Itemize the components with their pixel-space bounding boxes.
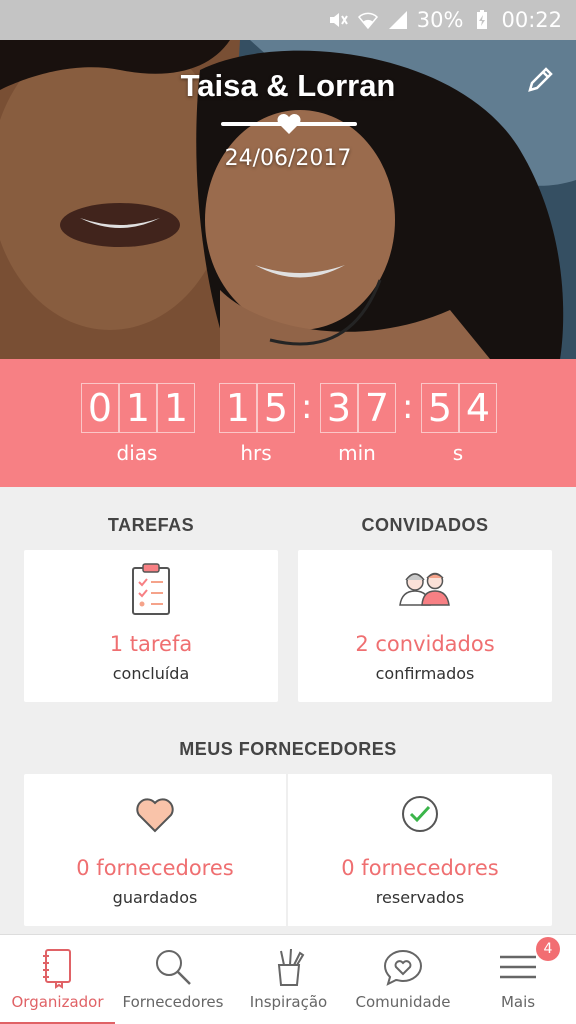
countdown-seconds-digit: 5 bbox=[421, 383, 459, 433]
countdown-hours-label: hrs bbox=[240, 441, 272, 465]
nav-label: Mais bbox=[500, 993, 536, 1011]
nav-label: Fornecedores bbox=[122, 993, 224, 1011]
bottom-navigation: Organizador Fornecedores Inspiração Comu… bbox=[0, 934, 576, 1024]
heart-icon bbox=[136, 798, 174, 833]
vendors-booked-caption: reservados bbox=[375, 888, 465, 907]
countdown-hours-digit: 1 bbox=[219, 383, 257, 433]
nav-item-inspiracao[interactable]: Inspiração bbox=[231, 935, 346, 1024]
tasks-count: 1 tarefa bbox=[109, 632, 193, 656]
guests-couple-icon bbox=[399, 572, 450, 606]
tasks-caption: concluída bbox=[112, 664, 190, 683]
mute-icon bbox=[327, 9, 349, 31]
guests-title: CONVIDADOS bbox=[361, 515, 489, 535]
nav-label: Organizador bbox=[11, 993, 104, 1011]
vendors-saved-count: 0 fornecedores bbox=[76, 856, 234, 880]
nav-label: Comunidade bbox=[355, 993, 451, 1011]
vendors-saved-caption: guardados bbox=[112, 888, 198, 907]
couple-names: Taisa & Lorran bbox=[180, 68, 396, 103]
guests-count: 2 convidados bbox=[355, 632, 495, 656]
signal-icon bbox=[387, 9, 409, 31]
countdown-separator: : bbox=[402, 387, 414, 427]
vendors-title: MEUS FORNECEDORES bbox=[179, 739, 397, 759]
wedding-date: 24/06/2017 bbox=[224, 146, 352, 171]
search-icon bbox=[156, 950, 191, 985]
countdown-days-digit: 1 bbox=[119, 383, 157, 433]
vendors-booked-card[interactable]: 0 fornecedores reservados bbox=[288, 774, 552, 926]
battery-percent: 30% bbox=[416, 8, 464, 32]
guests-caption: confirmados bbox=[375, 664, 475, 683]
countdown-minutes-digit: 3 bbox=[320, 383, 358, 433]
vendors-booked-count: 0 fornecedores bbox=[341, 856, 499, 880]
nav-item-comunidade[interactable]: Comunidade bbox=[346, 935, 460, 1024]
heart-divider-icon bbox=[277, 113, 301, 134]
tasks-title: TAREFAS bbox=[107, 515, 195, 535]
countdown-days-digit: 0 bbox=[81, 383, 119, 433]
countdown-days-label: dias bbox=[116, 441, 158, 465]
countdown-days-digit: 1 bbox=[157, 383, 195, 433]
menu-icon bbox=[500, 955, 536, 979]
countdown-minutes-digit: 7 bbox=[358, 383, 396, 433]
nav-item-fornecedores[interactable]: Fornecedores bbox=[115, 935, 231, 1024]
countdown-separator: : bbox=[301, 387, 313, 427]
countdown-hours-digit: 5 bbox=[257, 383, 295, 433]
battery-charging-icon bbox=[471, 9, 493, 31]
nav-item-mais[interactable]: 4 Mais bbox=[460, 935, 576, 1024]
countdown-minutes-label: min bbox=[338, 441, 376, 465]
notebook-icon bbox=[42, 949, 71, 989]
chat-heart-icon bbox=[383, 949, 423, 986]
countdown-timer: 0 1 1 1 5 : 3 7 : 5 4 dias hrs min s bbox=[0, 359, 576, 487]
guests-card[interactable]: 2 convidados confirmados bbox=[298, 550, 552, 702]
notification-badge: 4 bbox=[536, 937, 560, 961]
countdown-seconds-digit: 4 bbox=[459, 383, 497, 433]
clipboard-checklist-icon bbox=[132, 563, 170, 615]
wifi-icon bbox=[357, 9, 379, 31]
edit-pencil-icon[interactable] bbox=[526, 64, 556, 94]
clock: 00:22 bbox=[501, 8, 562, 32]
couple-photo-header: Taisa & Lorran 24/06/2017 bbox=[0, 40, 576, 359]
nav-item-organizador[interactable]: Organizador bbox=[0, 935, 115, 1024]
pencil-cup-icon bbox=[277, 948, 304, 986]
tasks-card[interactable]: 1 tarefa concluída bbox=[24, 550, 278, 702]
countdown-seconds-label: s bbox=[452, 441, 464, 465]
status-bar: 30% 00:22 bbox=[0, 0, 576, 40]
vendors-saved-card[interactable]: 0 fornecedores guardados bbox=[24, 774, 286, 926]
check-circle-icon bbox=[402, 796, 438, 832]
nav-label: Inspiração bbox=[249, 993, 328, 1011]
